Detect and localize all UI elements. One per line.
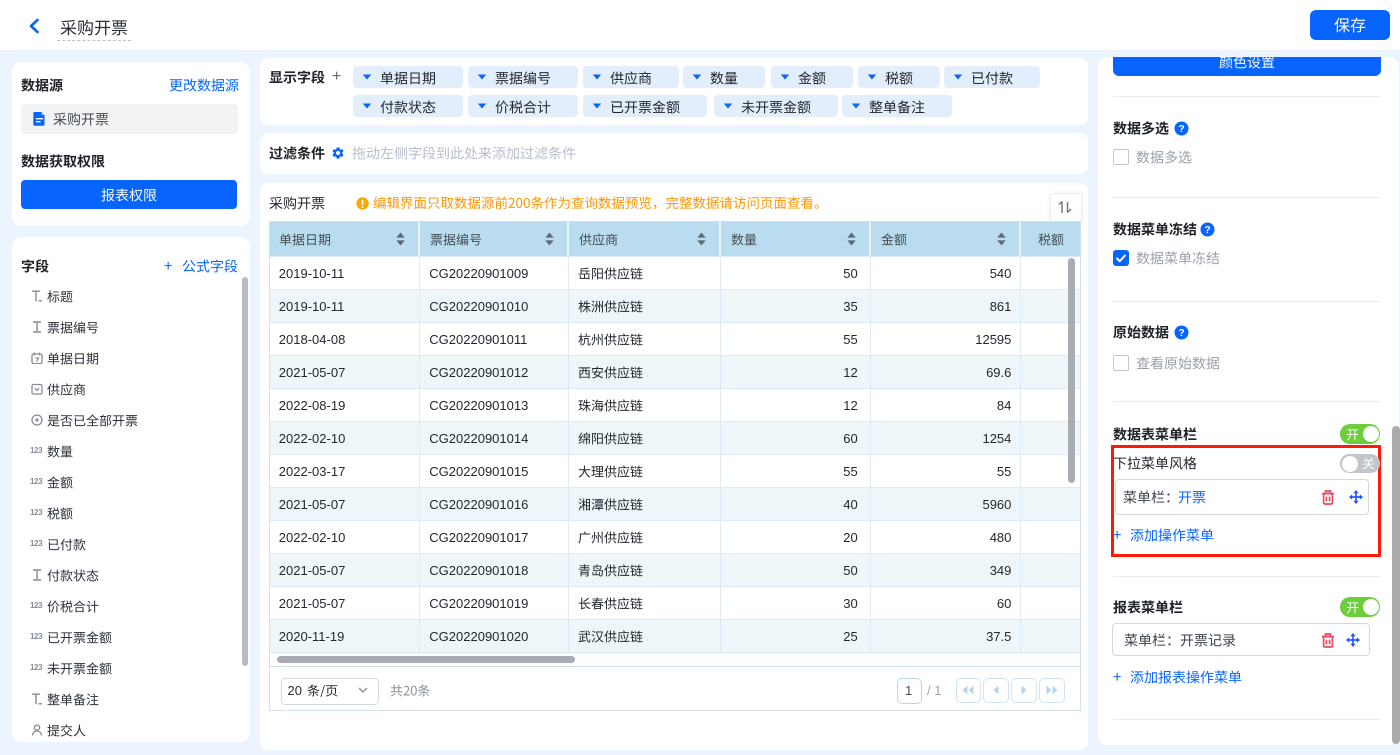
svg-text:?: ? [1178, 124, 1184, 135]
svg-text:?: ? [1204, 225, 1210, 236]
svg-text:?: ? [1178, 328, 1184, 339]
